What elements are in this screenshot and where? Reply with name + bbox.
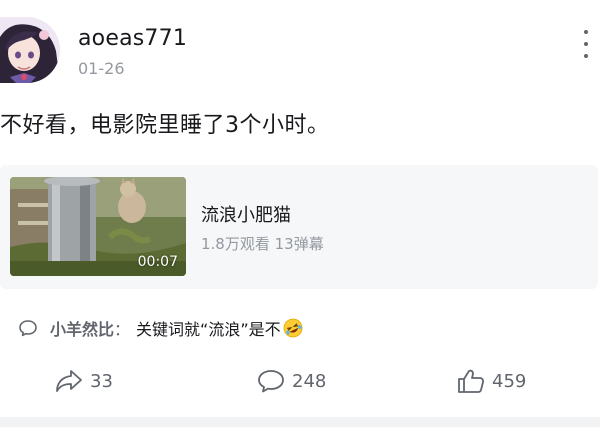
comment-button[interactable]: 248 xyxy=(256,362,326,400)
divider xyxy=(0,417,600,427)
share-button[interactable]: 33 xyxy=(54,362,113,400)
action-bar: 33 248 459 xyxy=(0,362,600,402)
more-dot xyxy=(584,54,588,58)
comment-preview[interactable]: 小羊然比 ： 关键词就“流浪”是不 xyxy=(18,316,303,340)
thumbs-up-icon xyxy=(458,369,484,393)
post-card: aoeas771 01-26 不好看，电影院里睡了3个小时。 00:07 流浪小… xyxy=(0,0,600,427)
video-views: 1.8万观看 xyxy=(201,235,270,253)
like-count: 459 xyxy=(492,370,527,392)
comment-bubble-icon xyxy=(258,370,284,393)
more-options-icon[interactable] xyxy=(580,30,592,58)
video-card[interactable]: 00:07 流浪小肥猫 1.8万观看 13弹幕 xyxy=(0,165,598,289)
more-dot xyxy=(584,42,588,46)
rolling-laughing-emoji-icon xyxy=(283,318,303,338)
share-arrow-icon xyxy=(56,370,82,392)
video-thumbnail[interactable]: 00:07 xyxy=(10,177,186,276)
comment-text: 关键词就“流浪”是不 xyxy=(136,320,281,339)
comment-bubble-icon xyxy=(19,320,37,337)
avatar[interactable] xyxy=(0,17,60,83)
like-button[interactable]: 459 xyxy=(456,362,526,400)
video-duration: 00:07 xyxy=(137,254,178,270)
video-danmaku: 13弹幕 xyxy=(274,235,324,253)
comment-count: 248 xyxy=(292,370,327,392)
video-meta: 1.8万观看 13弹幕 xyxy=(201,233,324,254)
more-dot xyxy=(584,30,588,34)
post-date: 01-26 xyxy=(78,59,125,78)
comment-username[interactable]: 小羊然比 xyxy=(50,316,114,340)
video-title[interactable]: 流浪小肥猫 xyxy=(201,201,291,227)
post-text: 不好看，电影院里睡了3个小时。 xyxy=(0,113,330,138)
username[interactable]: aoeas771 xyxy=(78,26,187,51)
share-count: 33 xyxy=(90,370,113,392)
comment-separator: ： xyxy=(114,320,131,339)
